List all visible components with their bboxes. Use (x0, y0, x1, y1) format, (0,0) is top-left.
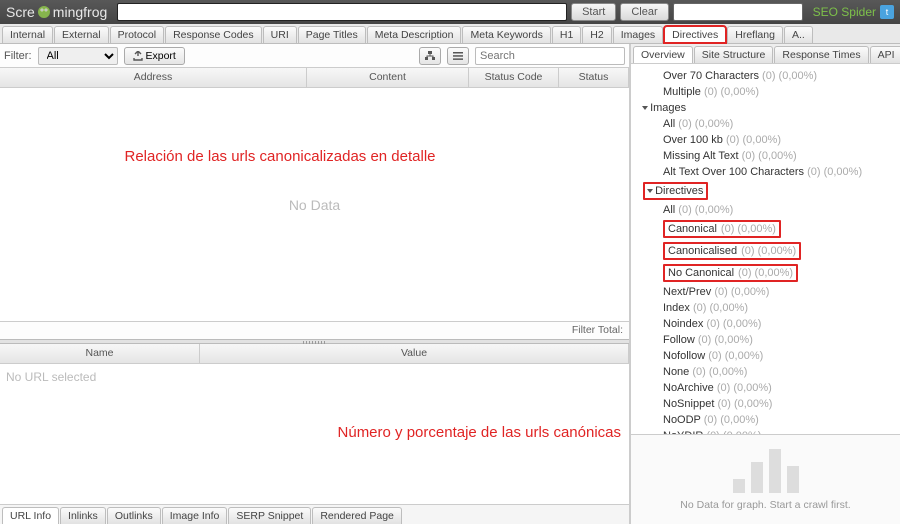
tree-item-missing-alt-text[interactable]: Missing Alt Text (0) (0,00%) (639, 148, 900, 164)
bottom-tab-serp-snippet[interactable]: SERP Snippet (228, 507, 311, 524)
tab-h2[interactable]: H2 (582, 26, 611, 43)
tree-item-all[interactable]: All (0) (0,00%) (639, 116, 900, 132)
horizontal-splitter[interactable] (0, 339, 629, 344)
tree-item-noodp[interactable]: NoODP (0) (0,00%) (639, 412, 900, 428)
filter-select[interactable]: All (38, 47, 118, 65)
grid-header: Address Content Status Code Status (0, 68, 629, 88)
tab-page-titles[interactable]: Page Titles (298, 26, 366, 43)
tab-response-codes[interactable]: Response Codes (165, 26, 262, 43)
tree-item-over-70-characters[interactable]: Over 70 Characters (0) (0,00%) (639, 68, 900, 84)
bottom-tabs: URL InfoInlinksOutlinksImage InfoSERP Sn… (0, 504, 629, 524)
tree-item-alt-text-over-100-characters[interactable]: Alt Text Over 100 Characters (0) (0,00%) (639, 164, 900, 180)
tab-directives[interactable]: Directives (664, 26, 726, 43)
crawl-url-input[interactable] (117, 3, 567, 21)
tree-item-noindex[interactable]: Noindex (0) (0,00%) (639, 316, 900, 332)
tab-hreflang[interactable]: Hreflang (727, 26, 783, 43)
twitter-icon[interactable]: t (880, 5, 894, 19)
right-tab-overview[interactable]: Overview (633, 46, 693, 63)
tab-images[interactable]: Images (613, 26, 663, 43)
subcol-name[interactable]: Name (0, 344, 200, 363)
right-tabs: OverviewSite StructureResponse TimesAPI (631, 44, 900, 64)
tree-item-over-100-kb[interactable]: Over 100 kb (0) (0,00%) (639, 132, 900, 148)
annotation-1: Relación de las urls canonicalizadas en … (60, 148, 500, 165)
tab-meta-description[interactable]: Meta Description (367, 26, 462, 43)
tree-item-all[interactable]: All (0) (0,00%) (639, 202, 900, 218)
right-tab-response-times[interactable]: Response Times (774, 46, 868, 63)
project-input[interactable] (673, 3, 803, 21)
tree-icon (425, 51, 435, 61)
tree-item-canonicalised[interactable]: Canonicalised (0) (0,00%) (639, 240, 900, 262)
export-button[interactable]: Export (124, 47, 185, 65)
arrow-1 (0, 88, 300, 238)
filter-bar: Filter: All Export (0, 44, 629, 68)
list-view-button[interactable] (447, 47, 469, 65)
tab-meta-keywords[interactable]: Meta Keywords (462, 26, 550, 43)
no-data-label: No Data (289, 197, 340, 213)
main-tabs: InternalExternalProtocolResponse CodesUR… (0, 24, 900, 44)
no-url-label: No URL selected (0, 364, 629, 390)
tree-item-no-canonical[interactable]: No Canonical (0) (0,00%) (639, 262, 900, 284)
tab-h1[interactable]: H1 (552, 26, 581, 43)
bottom-tab-outlinks[interactable]: Outlinks (107, 507, 161, 524)
bottom-tab-image-info[interactable]: Image Info (162, 507, 228, 524)
subgrid-body: Número y porcentaje de las urls canónica… (0, 364, 629, 504)
graph-message: No Data for graph. Start a crawl first. (680, 499, 850, 511)
graph-panel: No Data for graph. Start a crawl first. (631, 434, 900, 524)
list-icon (453, 51, 463, 61)
tree-category-images[interactable]: Images (639, 100, 900, 116)
tree-item-index[interactable]: Index (0) (0,00%) (639, 300, 900, 316)
tree-item-multiple[interactable]: Multiple (0) (0,00%) (639, 84, 900, 100)
tab-a-[interactable]: A.. (784, 26, 813, 43)
grid-search-input[interactable] (475, 47, 625, 65)
bottom-tab-url-info[interactable]: URL Info (2, 507, 59, 524)
bottom-tab-rendered-page[interactable]: Rendered Page (312, 507, 402, 524)
tree-item-nofollow[interactable]: Nofollow (0) (0,00%) (639, 348, 900, 364)
start-button[interactable]: Start (571, 3, 616, 21)
subcol-value[interactable]: Value (200, 344, 629, 363)
frog-icon (37, 5, 51, 19)
grid-body: Relación de las urls canonicalizadas en … (0, 88, 629, 321)
tree-item-next-prev[interactable]: Next/Prev (0) (0,00%) (639, 284, 900, 300)
filter-label: Filter: (4, 50, 32, 62)
product-label: SEO Spider t (813, 5, 894, 19)
annotation-2: Número y porcentaje de las urls canónica… (338, 424, 621, 441)
tree-category-directives[interactable]: Directives (639, 180, 900, 202)
col-address[interactable]: Address (0, 68, 307, 87)
brand-pre: Scre (6, 4, 35, 20)
tree-item-none[interactable]: None (0) (0,00%) (639, 364, 900, 380)
overview-tree[interactable]: Over 70 Characters (0) (0,00%)Multiple (… (631, 64, 900, 434)
tab-uri[interactable]: URI (263, 26, 297, 43)
brand-post: mingfrog (53, 4, 107, 20)
tab-protocol[interactable]: Protocol (110, 26, 165, 43)
right-tab-site-structure[interactable]: Site Structure (694, 46, 774, 63)
bottom-tab-inlinks[interactable]: Inlinks (60, 507, 106, 524)
right-tab-api[interactable]: API (870, 46, 900, 63)
tree-item-noarchive[interactable]: NoArchive (0) (0,00%) (639, 380, 900, 396)
tree-item-nosnippet[interactable]: NoSnippet (0) (0,00%) (639, 396, 900, 412)
filter-total: Filter Total: (0, 321, 629, 339)
tree-item-follow[interactable]: Follow (0) (0,00%) (639, 332, 900, 348)
export-icon (133, 51, 143, 61)
subgrid-header: Name Value (0, 344, 629, 364)
tab-external[interactable]: External (54, 26, 109, 43)
col-status[interactable]: Status (559, 68, 629, 87)
col-status-code[interactable]: Status Code (469, 68, 559, 87)
tab-internal[interactable]: Internal (2, 26, 53, 43)
clear-button[interactable]: Clear (620, 3, 668, 21)
tree-item-canonical[interactable]: Canonical (0) (0,00%) (639, 218, 900, 240)
brand-logo: Scre mingfrog (6, 4, 107, 20)
top-bar: Scre mingfrog Start Clear SEO Spider t (0, 0, 900, 24)
bar-chart-icon (733, 449, 799, 493)
tree-view-button[interactable] (419, 47, 441, 65)
col-content[interactable]: Content (307, 68, 469, 87)
